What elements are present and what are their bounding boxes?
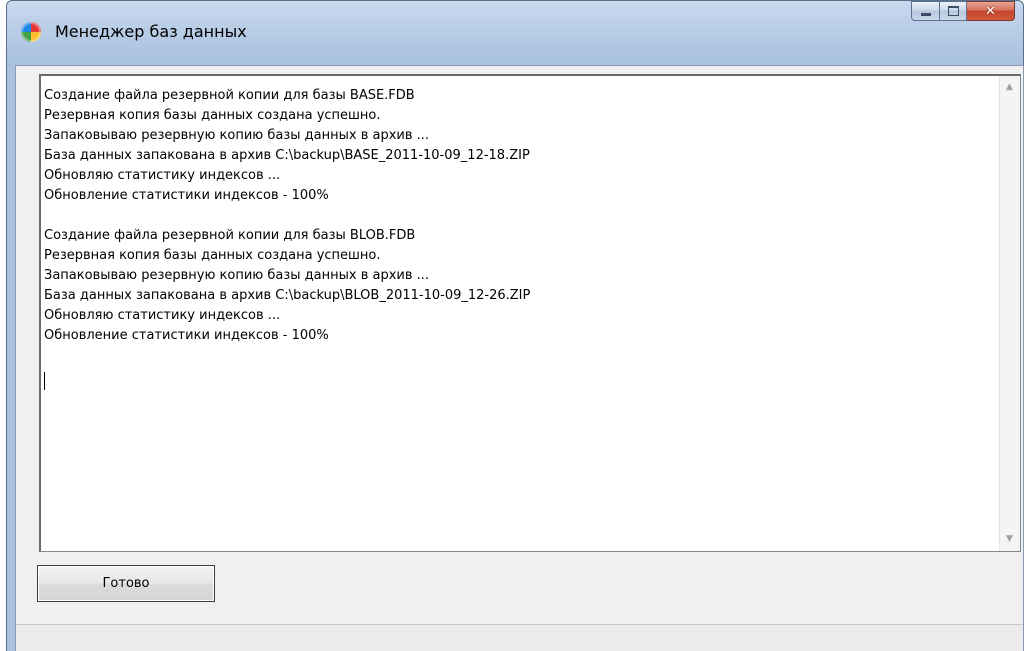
log-text: Создание файла резервной копии для базы …: [44, 86, 996, 346]
close-button[interactable]: ✕: [967, 1, 1015, 21]
log-line: База данных запакована в архив C:\backup…: [44, 288, 531, 303]
log-line: Обновление статистики индексов - 100%: [44, 188, 329, 203]
log-line: Резервная копия базы данных создана успе…: [44, 248, 381, 263]
log-memo[interactable]: Создание файла резервной копии для базы …: [39, 74, 1021, 552]
scroll-down-arrow-icon[interactable]: ▼: [1000, 530, 1019, 549]
log-line: Создание файла резервной копии для базы …: [44, 88, 415, 103]
text-caret: [44, 372, 45, 390]
log-line: Запаковываю резервную копию базы данных …: [44, 268, 430, 283]
log-line: Резервная копия базы данных создана успе…: [44, 108, 381, 123]
client-area: Создание файла резервной копии для базы …: [15, 65, 1024, 651]
done-button[interactable]: Готово: [37, 565, 215, 602]
log-blank-line: [44, 206, 996, 226]
status-bar: [16, 624, 1023, 651]
log-line: Обновляю статистику индексов ...: [44, 168, 281, 183]
main-window: Менеджер баз данных ✕ Создание файла рез…: [6, 0, 1024, 651]
log-line: Обновление статистики индексов - 100%: [44, 328, 329, 343]
log-line: Обновляю статистику индексов ...: [44, 308, 281, 323]
minimize-icon: [920, 12, 931, 16]
maximize-icon: [947, 6, 959, 16]
window-title: Менеджер баз данных: [55, 22, 247, 41]
log-line: Создание файла резервной копии для базы …: [44, 228, 416, 243]
caption-buttons: ✕: [911, 1, 1015, 27]
log-line: База данных запакована в архив C:\backup…: [44, 148, 530, 163]
minimize-button[interactable]: [911, 1, 940, 21]
scroll-up-arrow-icon[interactable]: ▲: [1000, 78, 1019, 97]
vertical-scrollbar[interactable]: ▲ ▼: [999, 76, 1020, 551]
database-manager-icon: [21, 22, 41, 42]
title-bar[interactable]: Менеджер баз данных ✕: [7, 1, 1023, 65]
log-line: Запаковываю резервную копию базы данных …: [44, 128, 430, 143]
close-icon: ✕: [985, 3, 996, 19]
maximize-button[interactable]: [940, 1, 967, 21]
